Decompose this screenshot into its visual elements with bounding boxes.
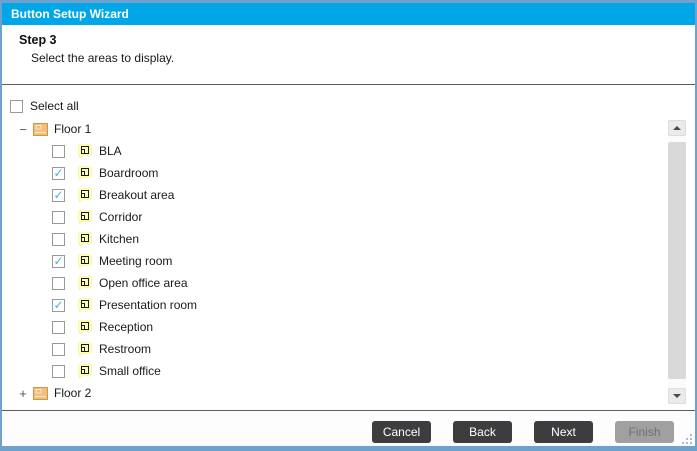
area-checkbox[interactable]: ✓ <box>52 298 65 312</box>
area-checkbox[interactable] <box>52 276 65 290</box>
select-all-row[interactable]: Select all <box>10 95 79 117</box>
area-checkbox[interactable] <box>52 364 65 378</box>
tree-node-area[interactable]: ✓ Breakout area <box>2 184 695 206</box>
scrollbar-thumb[interactable] <box>668 142 686 379</box>
area-label: BLA <box>99 144 122 158</box>
select-all-label: Select all <box>30 99 79 113</box>
area-label: Boardroom <box>99 166 159 180</box>
window-titlebar[interactable]: Button Setup Wizard <box>2 3 695 25</box>
area-checkbox[interactable]: ✓ <box>52 254 65 268</box>
tree-scrollbar[interactable] <box>668 120 686 404</box>
area-icon <box>78 298 92 312</box>
back-button[interactable]: Back <box>453 421 512 443</box>
area-icon <box>78 144 92 158</box>
area-checkbox[interactable] <box>52 342 65 356</box>
scroll-down-button[interactable] <box>668 388 686 404</box>
tree-node-area[interactable]: BLA <box>2 140 695 162</box>
select-all-checkbox[interactable] <box>10 99 23 113</box>
area-checkbox[interactable] <box>52 320 65 334</box>
area-icon <box>78 188 92 202</box>
area-label: Breakout area <box>99 188 175 202</box>
area-label: Kitchen <box>99 232 140 246</box>
scroll-up-button[interactable] <box>668 120 686 136</box>
area-label: Presentation room <box>99 298 198 312</box>
area-icon <box>78 342 92 356</box>
tree-node-area[interactable]: Small office <box>2 360 695 382</box>
step-heading: Step 3 <box>19 33 57 47</box>
next-button[interactable]: Next <box>534 421 593 443</box>
wizard-footer: Cancel Back Next Finish <box>2 411 695 446</box>
button-setup-wizard-window: Button Setup Wizard Step 3 Select the ar… <box>0 0 697 451</box>
area-icon <box>78 232 92 246</box>
triangle-up-icon <box>673 126 681 130</box>
tree-node-area[interactable]: ✓ Boardroom <box>2 162 695 184</box>
area-icon <box>78 364 92 378</box>
finish-button: Finish <box>615 421 674 443</box>
area-checkbox[interactable] <box>52 210 65 224</box>
area-label: Reception <box>99 320 154 334</box>
window-title: Button Setup Wizard <box>11 7 129 21</box>
floor-label: Floor 1 <box>54 122 92 136</box>
area-icon <box>78 254 92 268</box>
area-icon <box>78 210 92 224</box>
area-label: Small office <box>99 364 161 378</box>
area-checkbox[interactable] <box>52 232 65 246</box>
tree-node-area[interactable]: ✓ Meeting room <box>2 250 695 272</box>
expander-icon[interactable]: − <box>18 122 28 137</box>
header-separator <box>2 84 695 85</box>
floor-icon <box>33 386 48 400</box>
area-label: Meeting room <box>99 254 173 268</box>
area-label: Restroom <box>99 342 152 356</box>
tree-node-area[interactable]: Open office area <box>2 272 695 294</box>
resize-grip-icon[interactable] <box>680 432 694 446</box>
step-instruction: Select the areas to display. <box>31 51 175 65</box>
button-row: Cancel Back Next Finish <box>372 421 674 443</box>
area-icon <box>78 320 92 334</box>
tree-rows: − Floor 1 BLA ✓ Boardroom ✓ Breakout are… <box>2 118 695 404</box>
tree-node-area[interactable]: Reception <box>2 316 695 338</box>
tree-node-area[interactable]: ✓ Presentation room <box>2 294 695 316</box>
areas-tree: − Floor 1 BLA ✓ Boardroom ✓ Breakout are… <box>2 118 695 408</box>
area-checkbox[interactable]: ✓ <box>52 188 65 202</box>
expander-icon[interactable]: + <box>18 386 28 401</box>
floor-icon <box>33 122 48 136</box>
area-checkbox[interactable] <box>52 144 65 158</box>
area-label: Open office area <box>99 276 188 290</box>
tree-node-area[interactable]: Restroom <box>2 338 695 360</box>
tree-node-area[interactable]: Kitchen <box>2 228 695 250</box>
area-checkbox[interactable]: ✓ <box>52 166 65 180</box>
area-label: Corridor <box>99 210 143 224</box>
area-icon <box>78 276 92 290</box>
floor-label: Floor 2 <box>54 386 92 400</box>
tree-node-area[interactable]: Corridor <box>2 206 695 228</box>
wizard-content: Step 3 Select the areas to display. Sele… <box>2 25 695 446</box>
cancel-button[interactable]: Cancel <box>372 421 431 443</box>
triangle-down-icon <box>673 394 681 398</box>
tree-node-floor[interactable]: + Floor 2 <box>2 382 695 404</box>
tree-node-floor[interactable]: − Floor 1 <box>2 118 695 140</box>
area-icon <box>78 166 92 180</box>
